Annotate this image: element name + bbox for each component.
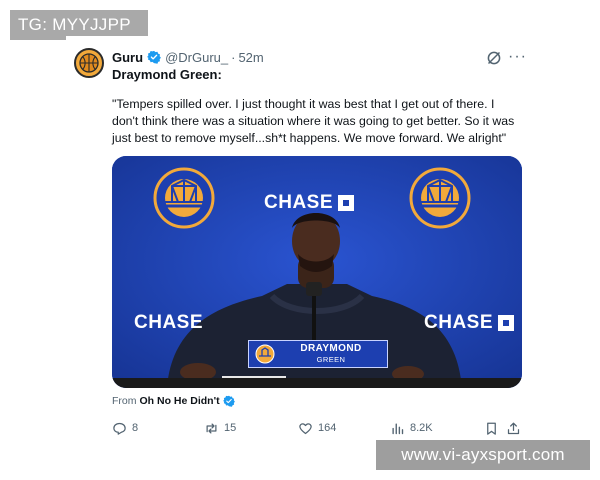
warriors-mini-logo-icon	[255, 344, 275, 364]
bookmark-icon	[487, 422, 496, 435]
chase-sponsor-text: CHASE	[424, 312, 515, 334]
post-time[interactable]: 52m	[238, 50, 263, 65]
like-button[interactable]: 164	[298, 420, 336, 436]
warriors-logo-left	[153, 167, 215, 229]
post-headline: Draymond Green:	[112, 67, 222, 82]
verified-icon	[222, 395, 235, 407]
basketball-icon	[79, 53, 99, 73]
media-source: From Oh No He Didn't	[112, 395, 235, 407]
post-actions: 8 15 164 8.2K	[112, 420, 522, 436]
watermark-bottom: www.vi-ayxsport.com	[376, 440, 590, 470]
chase-sponsor-text: CHASE	[264, 192, 355, 214]
separator-dot: ·	[231, 49, 236, 65]
source-name[interactable]: Oh No He Didn't	[140, 395, 220, 407]
like-count: 164	[318, 422, 337, 434]
author-name[interactable]: Guru	[112, 50, 143, 65]
repost-button[interactable]: 15	[204, 420, 236, 436]
share-icon	[507, 422, 520, 434]
warriors-logo-right	[409, 167, 471, 229]
lower-third-text: DRAYMOND GREEN	[275, 343, 387, 365]
reply-count: 8	[132, 422, 139, 434]
more-icon[interactable]: ···	[508, 49, 527, 65]
repost-count: 15	[224, 422, 237, 434]
share-button[interactable]	[506, 420, 526, 436]
views-count: 8.2K	[410, 422, 433, 434]
like-icon	[299, 422, 312, 434]
desk	[112, 378, 522, 388]
post-card[interactable]: Guru @DrGuru_ · 52m ··· Draymond Green: …	[66, 36, 530, 446]
grok-icon[interactable]	[486, 50, 502, 66]
chase-logo-icon	[498, 315, 515, 331]
author-row: Guru @DrGuru_ · 52m	[112, 48, 264, 66]
repost-icon	[206, 423, 217, 433]
bookmark-button[interactable]	[484, 420, 504, 436]
lower-third-subtitle: GREEN	[316, 355, 346, 364]
verified-icon	[147, 50, 161, 64]
author-handle[interactable]: @DrGuru_	[165, 50, 228, 65]
views-button[interactable]: 8.2K	[390, 420, 433, 436]
post-quote: "Tempers spilled over. I just thought it…	[112, 97, 515, 145]
chase-logo-icon	[338, 195, 355, 211]
avatar[interactable]	[74, 48, 104, 78]
name-lower-third: DRAYMOND GREEN	[248, 340, 388, 368]
lower-third-name: DRAYMOND	[300, 343, 362, 354]
chase-sponsor-text: CHASE	[134, 312, 204, 333]
views-icon	[392, 422, 404, 434]
source-prefix: From	[112, 395, 137, 407]
reply-icon	[113, 422, 126, 435]
reply-button[interactable]: 8	[112, 420, 138, 436]
post-media[interactable]: CHASE CHASE CHASE DRAYMOND GREEN	[112, 156, 522, 388]
